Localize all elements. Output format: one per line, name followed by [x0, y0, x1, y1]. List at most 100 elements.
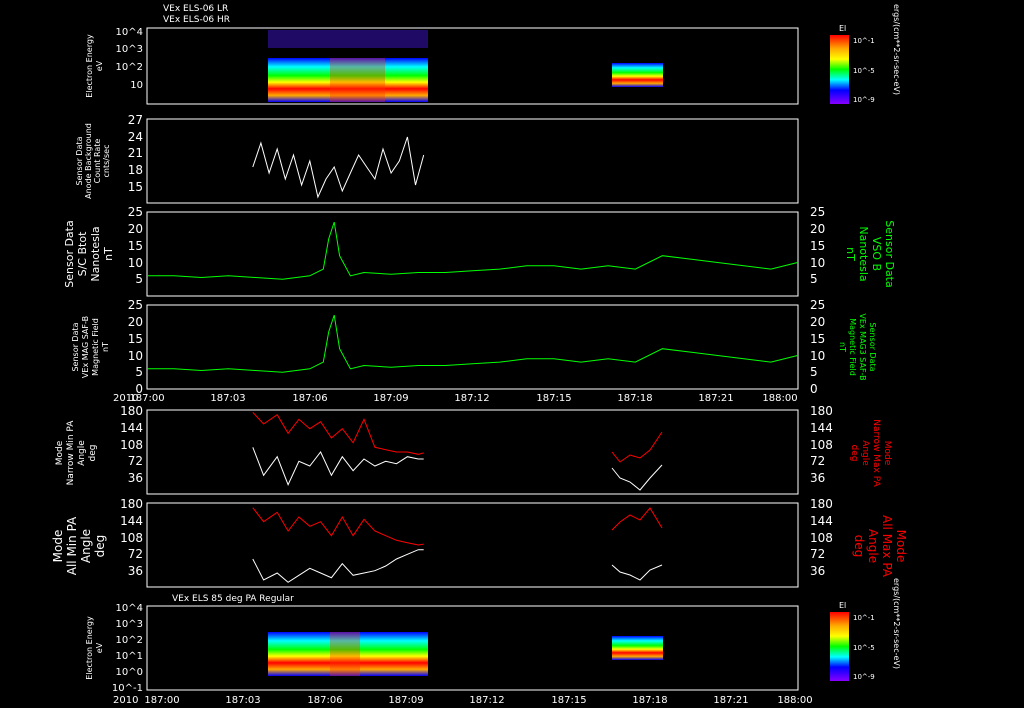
panel-5-ylabel-line: deg	[88, 445, 98, 462]
panel-7-ytick: 10^-1	[112, 683, 143, 694]
panel-7-ytick: 10^2	[116, 635, 143, 646]
panel-1-colorbar-tick: 10^-5	[853, 67, 875, 75]
panel-5-ytick-left: 108	[120, 438, 143, 452]
panel-3-ytick-left: 10	[128, 256, 143, 270]
panel-7-ytick: 10^4	[116, 603, 143, 614]
panel-1-ytick: 10^2	[116, 62, 143, 73]
panel-6-ytick-left: 72	[128, 547, 143, 561]
panel-4-ylabel-line: nT	[838, 342, 847, 352]
panel-6-ylabel-line: Mode	[51, 530, 65, 563]
panel-5-ytick-left: 36	[128, 471, 143, 485]
panel-4-ylabel-line: Magnetic Field	[848, 318, 857, 376]
panel-4-ytick-left: 10	[128, 349, 143, 363]
panel-2-ytick: 21	[128, 146, 143, 160]
panel-7-colorbar-tick: 10^-9	[853, 673, 875, 681]
panel-6-ytick-right: 180	[810, 497, 833, 511]
x-tick-label: 188:00	[777, 695, 812, 706]
panel-5-ylabel-line: Angle	[77, 440, 87, 466]
panel-1-title-hr: VEx ELS-06 HR	[163, 15, 230, 25]
panel-4-ytick-left: 25	[128, 298, 143, 312]
x-tick-label: 187:03	[210, 393, 245, 404]
panel-1-ylabel-line: Electron Energy	[85, 34, 94, 98]
panel-2-ytick: 27	[128, 113, 143, 127]
x-tick-label: 187:09	[388, 695, 423, 706]
x-tick-label: 187:12	[454, 393, 489, 404]
panel-6-ytick-left: 180	[120, 497, 143, 511]
panel-3-ytick-right: 25	[810, 205, 825, 219]
x-tick-label: 187:00	[144, 695, 179, 706]
panel-1-ytick: 10	[130, 80, 143, 91]
panel-6-ytick-right: 72	[810, 547, 825, 561]
panel-3-ylabel-line: Sensor Data	[63, 220, 76, 287]
panel-5-ytick-right: 36	[810, 471, 825, 485]
x-tick-label: 187:09	[373, 393, 408, 404]
panel-1-units: ergs/(cm**2-sr-sec-eV)	[892, 4, 901, 95]
panel-4-ytick-right: 0	[810, 382, 818, 396]
panel-4-ytick-right: 5	[810, 365, 818, 379]
x-tick-label: 187:21	[713, 695, 748, 706]
panel-1-ytick: 10^3	[116, 44, 143, 55]
panel-4-ytick-right: 10	[810, 349, 825, 363]
panel-6-ylabel-line: Angle	[79, 529, 93, 563]
panel-7-ytick: 10^0	[116, 667, 143, 678]
panel-5-ytick-right: 180	[810, 404, 833, 418]
panel-7-ytick: 10^3	[116, 619, 143, 630]
panel-5-ylabel-line: Narrow Max PA	[871, 419, 881, 487]
panel-2-ylabel-line: cnts/sec	[102, 145, 111, 178]
panel-5-ytick-right: 72	[810, 454, 825, 468]
x-tick-label: 187:15	[551, 695, 586, 706]
panel-5-ylabel-line: Mode	[882, 441, 892, 466]
x-tick-label: 187:15	[536, 393, 571, 404]
panel-7-colorbar-title: El	[839, 601, 846, 610]
x-tick-label: 187:12	[469, 695, 504, 706]
panel-3-ylabel-line: Nanotesla	[857, 226, 870, 281]
panel-5-ytick-left: 72	[128, 454, 143, 468]
panel-7-ylabel-line: eV	[95, 642, 104, 653]
panel-6-ytick-right: 36	[810, 564, 825, 578]
x-tick-label: 187:06	[292, 393, 327, 404]
panel-3-ytick-right: 20	[810, 222, 825, 236]
panel-5-ytick-right: 108	[810, 438, 833, 452]
panel-6-ylabel-line: deg	[852, 535, 866, 558]
x-tick-label: 187:00	[129, 393, 164, 404]
panel-3-ytick-left: 25	[128, 205, 143, 219]
panel-2-ytick: 24	[128, 130, 143, 144]
panel-5-ytick-left: 144	[120, 421, 143, 435]
panel-1-spectrum-b	[612, 63, 663, 87]
multi-panel-time-series-chart: VEx ELS-06 LR VEx ELS-06 HR 10^4 10^3 10…	[0, 0, 1024, 708]
panel-7-spectrum-b	[612, 636, 663, 660]
panel-3-ylabel-line: S/C Btot	[76, 231, 89, 276]
x-tick-label: 187:18	[617, 393, 652, 404]
panel-6-ytick-left: 144	[120, 514, 143, 528]
panel-3-ytick-left: 20	[128, 222, 143, 236]
panel-6-ytick-left: 36	[128, 564, 143, 578]
panel-6-ylabel-line: deg	[93, 535, 107, 558]
panel-6-ylabel-line: Mode	[894, 530, 908, 563]
x-tick-label: 187:18	[632, 695, 667, 706]
panel-1-colorbar	[830, 35, 849, 104]
panel-3-ylabel-line: nT	[102, 247, 115, 261]
panel-1-title-lr: VEx ELS-06 LR	[163, 4, 228, 14]
panel-1-disturbance	[330, 58, 385, 102]
panel-2-ytick: 15	[128, 180, 143, 194]
panel-3-ylabel-line: Sensor Data	[883, 220, 896, 287]
panel-4-ylabel-line: VEx MAG3 SAF-B	[858, 313, 867, 380]
panel-5-ytick-left: 180	[120, 404, 143, 418]
panel-1-ylabel-line: eV	[95, 60, 104, 71]
panel-6-ylabel-line: Angle	[866, 529, 880, 563]
panel-4-ytick-right: 20	[810, 315, 825, 329]
panel-4-ylabel-line: Sensor Data	[71, 322, 80, 371]
panel-1-colorbar-title: El	[839, 24, 846, 33]
x-axis-year: 2010	[113, 695, 138, 706]
panel-2-ylabel-line: Count Rate	[93, 139, 102, 184]
panel-4-ytick-right: 15	[810, 332, 825, 346]
panel-3-ytick-right: 5	[810, 272, 818, 286]
panel-3-ytick-right: 15	[810, 239, 825, 253]
panel-4-ylabel-line: Sensor Data	[868, 322, 877, 371]
panel-4-ylabel-line: Magnetic Field	[91, 318, 100, 376]
panel-5-ylabel-line: deg	[849, 445, 859, 462]
panel-7-colorbar-tick: 10^-1	[853, 614, 875, 622]
panel-6-ytick-right: 144	[810, 514, 833, 528]
panel-6-ytick-right: 108	[810, 531, 833, 545]
panel-1-ytick: 10^4	[116, 27, 143, 38]
